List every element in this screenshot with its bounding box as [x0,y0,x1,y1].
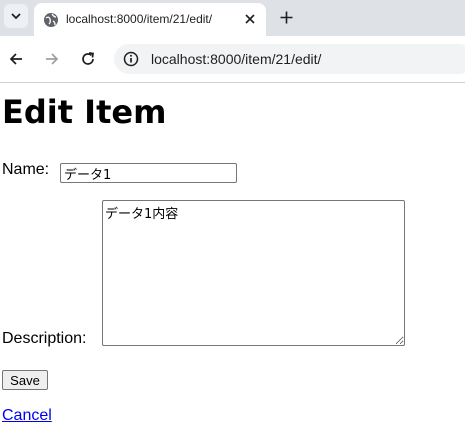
browser-tabstrip: localhost:8000/item/21/edit/ [0,0,465,36]
forward-button[interactable] [41,48,63,70]
back-button[interactable] [5,48,27,70]
url-text: localhost:8000/item/21/edit/ [151,51,322,67]
tab-close-button[interactable] [242,11,258,27]
tab-search-button[interactable] [4,4,28,28]
arrow-right-icon [46,53,59,65]
info-icon [123,51,139,67]
page-title: Edit Item [2,93,167,131]
chevron-down-icon [11,13,21,20]
description-textarea[interactable]: データ1内容 [102,200,405,346]
cancel-link[interactable]: Cancel [2,407,52,425]
reload-button[interactable] [77,48,99,70]
arrow-left-icon [9,53,22,65]
plus-icon [280,11,292,23]
close-icon [245,14,255,24]
page-content: Edit Item Name: Description: データ1内容 Save… [2,83,465,444]
browser-tab[interactable]: localhost:8000/item/21/edit/ [34,3,266,36]
name-input[interactable] [60,163,237,183]
description-label: Description: [2,330,87,347]
site-info-button[interactable] [122,50,140,68]
name-label: Name: [2,161,50,178]
address-bar[interactable]: localhost:8000/item/21/edit/ [114,44,465,74]
globe-icon [44,13,58,27]
reload-icon [82,52,94,65]
tab-title: localhost:8000/item/21/edit/ [66,12,213,26]
save-button[interactable]: Save [2,370,48,390]
browser-toolbar: localhost:8000/item/21/edit/ [0,36,465,83]
new-tab-button[interactable] [276,7,296,27]
